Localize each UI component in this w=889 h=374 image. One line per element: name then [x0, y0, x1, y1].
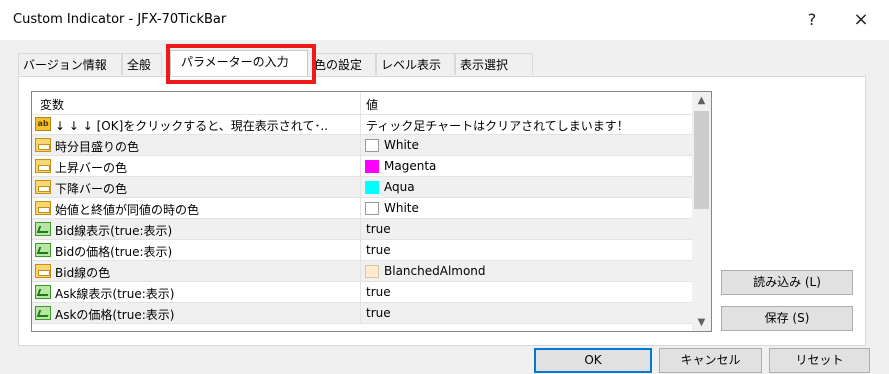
color-param-icon [35, 201, 51, 215]
load-button[interactable]: 読み込み (L) [721, 270, 853, 295]
parameter-name: Bid線の色 [55, 266, 111, 280]
bool-param-icon [35, 285, 51, 299]
color-param-icon [35, 159, 51, 173]
cell-separator [360, 282, 361, 303]
column-separator [360, 92, 361, 114]
vertical-scrollbar[interactable]: ▲ ▼ [692, 92, 711, 331]
column-header-variable[interactable]: 変数 [40, 96, 64, 113]
parameter-name: ↓ ↓ ↓ [OK]をクリックすると、現在表示されて･.. [55, 119, 329, 133]
parameter-name: 下降バーの色 [55, 182, 128, 196]
parameter-value[interactable]: Magenta [384, 159, 436, 173]
parameter-row[interactable]: Bid線の色 BlanchedAlmond [32, 261, 692, 282]
bool-param-icon [35, 243, 51, 257]
cell-separator [360, 219, 361, 240]
parameter-row[interactable]: 始値と終値が同値の時の色 White [32, 198, 692, 219]
parameters-grid[interactable]: 変数 値 ab ↓ ↓ ↓ [OK]をクリックすると、現在表示されて･.. ティ… [31, 91, 712, 332]
scroll-down-icon[interactable]: ▼ [692, 314, 711, 331]
parameter-value[interactable]: ティック足チャートはクリアされてしまいます！ [366, 117, 629, 134]
cell-separator [360, 198, 361, 219]
parameter-value[interactable]: true [366, 306, 391, 320]
tab-parameters[interactable]: パラメーターの入力 [170, 50, 308, 77]
parameter-name: Askの価格(true:表示) [55, 308, 175, 322]
cell-separator [360, 156, 361, 177]
parameter-name: 時分目盛りの色 [55, 140, 140, 154]
parameter-row[interactable]: 下降バーの色 Aqua [32, 177, 692, 198]
column-header-value[interactable]: 値 [366, 96, 378, 113]
reset-button[interactable]: リセット [769, 348, 870, 373]
tab-colors[interactable]: 色の設定 [310, 53, 376, 75]
parameter-name: Bidの価格(true:表示) [55, 245, 173, 259]
color-param-icon [35, 180, 51, 194]
help-button[interactable]: ? [797, 8, 827, 32]
color-swatch [365, 181, 379, 194]
parameter-row[interactable]: Bid線表示(true:表示) true [32, 219, 692, 240]
save-button[interactable]: 保存 (S) [721, 306, 853, 331]
cell-separator [360, 177, 361, 198]
parameter-value[interactable]: true [366, 222, 391, 236]
parameter-row[interactable]: Askの価格(true:表示) true [32, 303, 692, 324]
title-bar: Custom Indicator - JFX-70TickBar ? × [0, 0, 889, 40]
ok-button[interactable]: OK [534, 348, 652, 373]
parameter-row[interactable]: ab ↓ ↓ ↓ [OK]をクリックすると、現在表示されて･.. ティック足チャ… [32, 114, 692, 135]
parameter-row[interactable]: 時分目盛りの色 White [32, 135, 692, 156]
color-swatch [365, 139, 379, 152]
parameter-row[interactable]: Bidの価格(true:表示) true [32, 240, 692, 261]
cell-separator [360, 135, 361, 156]
color-param-icon [35, 138, 51, 152]
tab-version-info[interactable]: バージョン情報 [18, 53, 122, 75]
color-swatch [365, 160, 379, 173]
parameter-value[interactable]: true [366, 243, 391, 257]
parameter-name: Bid線表示(true:表示) [55, 224, 173, 238]
parameter-row[interactable]: Ask線表示(true:表示) true [32, 282, 692, 303]
tab-visualization[interactable]: 表示選択 [455, 53, 533, 75]
parameter-value[interactable]: BlanchedAlmond [384, 264, 486, 278]
parameter-name: Ask線表示(true:表示) [55, 287, 175, 301]
cell-separator [360, 114, 361, 135]
parameter-value[interactable]: Aqua [384, 180, 415, 194]
color-swatch [365, 202, 379, 215]
scroll-up-icon[interactable]: ▲ [692, 92, 711, 109]
bool-param-icon [35, 222, 51, 236]
cell-separator [360, 261, 361, 282]
text-param-icon: ab [35, 117, 51, 131]
window-title: Custom Indicator - JFX-70TickBar [13, 12, 227, 27]
tab-levels[interactable]: レベル表示 [376, 53, 455, 75]
tab-general[interactable]: 全般 [122, 53, 162, 75]
parameter-value[interactable]: true [366, 285, 391, 299]
parameter-value[interactable]: White [384, 138, 419, 152]
parameter-row[interactable]: 上昇バーの色 Magenta [32, 156, 692, 177]
color-param-icon [35, 264, 51, 278]
cell-separator [360, 303, 361, 324]
parameter-value[interactable]: White [384, 201, 419, 215]
bool-param-icon [35, 306, 51, 320]
cancel-button[interactable]: キャンセル [659, 348, 762, 373]
cell-separator [360, 240, 361, 261]
parameter-name: 上昇バーの色 [55, 161, 128, 175]
color-swatch [365, 265, 379, 278]
parameter-name: 始値と終値が同値の時の色 [55, 203, 200, 217]
scrollbar-thumb[interactable] [694, 111, 709, 209]
close-button[interactable]: × [846, 8, 876, 32]
grid-header: 変数 値 [32, 92, 692, 115]
